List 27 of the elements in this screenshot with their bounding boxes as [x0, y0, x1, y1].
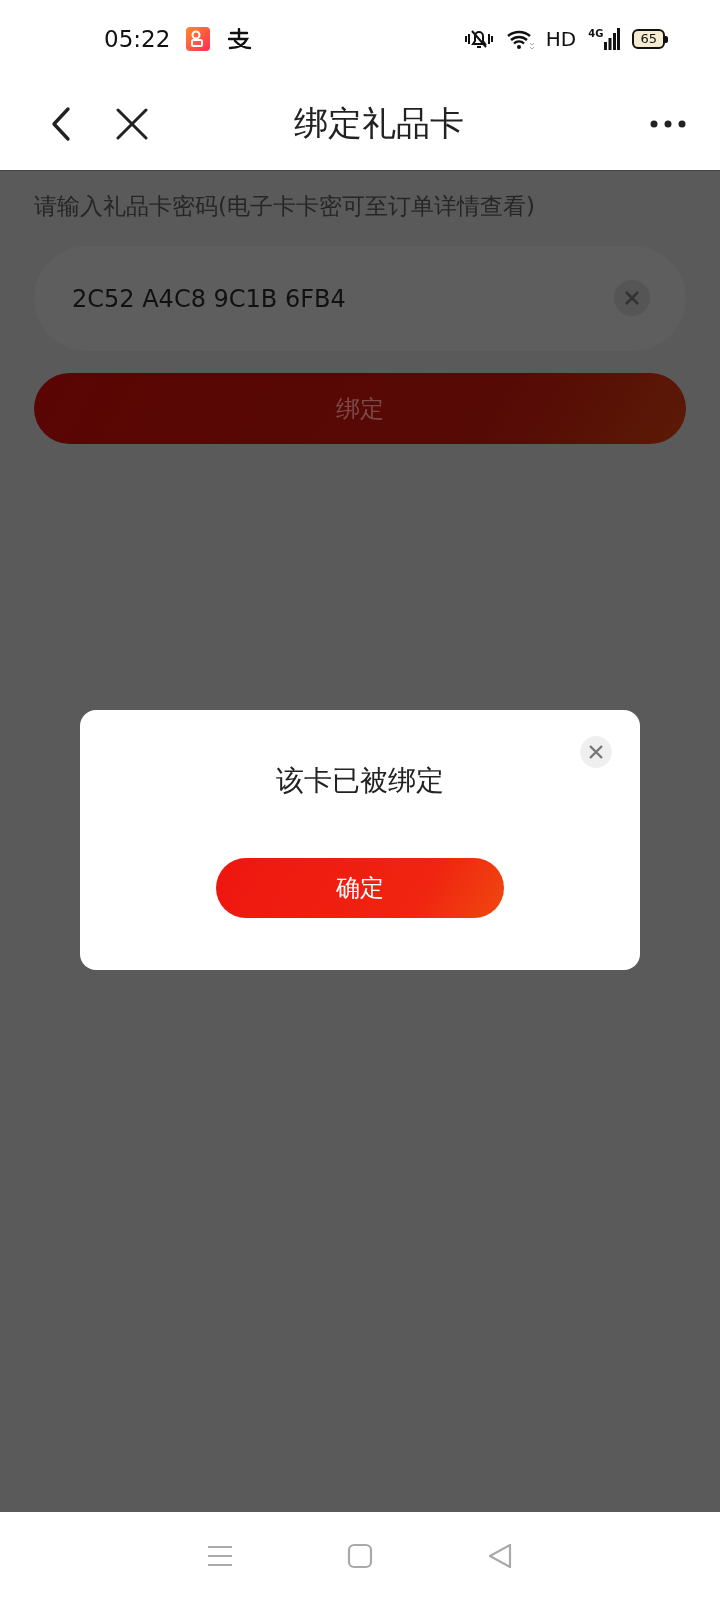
payment-notification-icon: [226, 28, 253, 50]
more-button[interactable]: [650, 120, 686, 128]
menu-icon: [207, 1545, 233, 1567]
close-icon: [116, 108, 148, 140]
clock-time: 05:22: [104, 26, 171, 52]
home-button[interactable]: [347, 1543, 373, 1569]
clear-icon: [624, 290, 640, 306]
network-generation-label: 4G: [588, 28, 604, 39]
app-notification-icon: [186, 27, 211, 51]
close-button[interactable]: [116, 108, 148, 140]
more-icon: [650, 120, 686, 128]
mute-icon: [463, 28, 494, 50]
back-triangle-icon: [487, 1542, 513, 1570]
home-icon: [347, 1543, 373, 1569]
page-title: 绑定礼品卡: [293, 102, 465, 145]
back-nav-button[interactable]: [487, 1542, 513, 1570]
network-type-label: HD: [545, 27, 577, 51]
dialog-message: 该卡已被绑定: [276, 763, 444, 799]
wifi-icon: [505, 28, 534, 50]
signal-icon: [604, 28, 621, 50]
confirm-button[interactable]: 确定: [216, 858, 504, 918]
dialog-close-button[interactable]: [580, 736, 612, 768]
menu-button[interactable]: [207, 1545, 233, 1567]
close-icon: [589, 745, 603, 759]
bind-button[interactable]: 绑定: [34, 373, 686, 444]
battery-indicator: 65: [632, 29, 668, 49]
card-code-field[interactable]: 2C52 A4C8 9C1B 6FB4: [34, 246, 686, 351]
